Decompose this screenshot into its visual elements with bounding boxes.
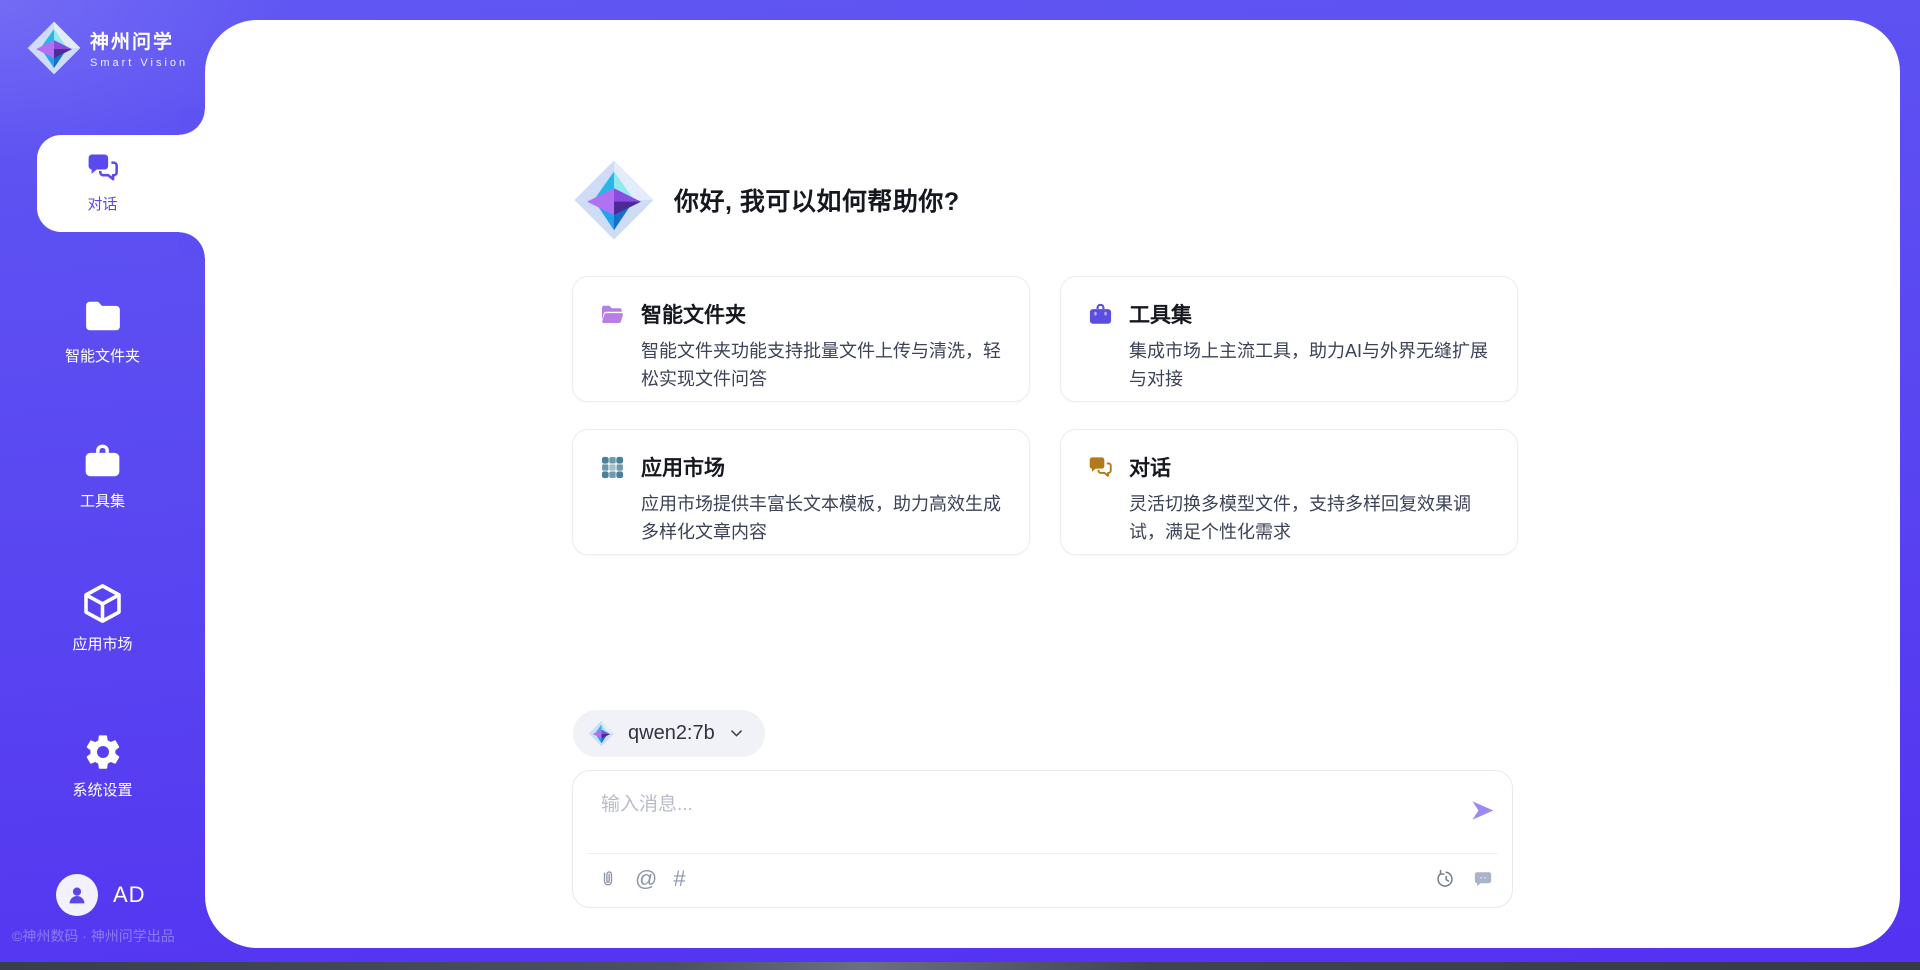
history-icon xyxy=(1435,868,1457,890)
folder-open-icon xyxy=(599,301,626,328)
model-selector[interactable]: qwen2:7b xyxy=(573,710,765,757)
cube-icon xyxy=(80,581,125,626)
composer: @ # xyxy=(572,770,1513,908)
sidebar-item-smart-folder[interactable]: 智能文件夹 xyxy=(0,294,205,366)
card-title: 对话 xyxy=(1129,452,1171,482)
briefcase-icon xyxy=(1087,301,1114,328)
attach-button[interactable] xyxy=(597,865,619,893)
sidebar-item-app-market[interactable]: 应用市场 xyxy=(0,581,205,654)
card-title: 工具集 xyxy=(1129,299,1192,329)
model-name: qwen2:7b xyxy=(628,722,715,745)
card-description: 应用市场提供丰富长文本模板，助力高效生成多样化文章内容 xyxy=(641,490,1005,546)
send-icon xyxy=(1469,797,1496,824)
card-description: 集成市场上主流工具，助力AI与外界无缝扩展与对接 xyxy=(1129,337,1493,393)
message-bubble-icon xyxy=(1472,868,1494,890)
chevron-down-icon xyxy=(728,725,745,742)
grid-icon xyxy=(599,454,626,481)
sidebar-item-label: 应用市场 xyxy=(72,633,132,654)
sidebar-item-label: 对话 xyxy=(87,193,117,214)
folder-icon xyxy=(81,294,125,338)
hashtag-button[interactable]: # xyxy=(673,865,685,893)
composer-tools-right xyxy=(1435,865,1494,893)
card-toolkit[interactable]: 工具集 集成市场上主流工具，助力AI与外界无缝扩展与对接 xyxy=(1060,276,1518,402)
avatar xyxy=(56,874,98,916)
chat-icon xyxy=(85,150,121,186)
send-button[interactable] xyxy=(1469,797,1496,827)
user-initials: AD xyxy=(113,882,146,908)
tab-fillet-top xyxy=(179,109,205,135)
brand-subtitle: Smart Vision xyxy=(90,57,188,69)
assistant-logo-icon xyxy=(572,158,656,242)
card-app-market[interactable]: 应用市场 应用市场提供丰富长文本模板，助力高效生成多样化文章内容 xyxy=(572,429,1030,555)
hash-icon: # xyxy=(673,868,685,890)
copyright: ©神州数码 · 神州问学出品 xyxy=(12,926,175,946)
mention-button[interactable]: @ xyxy=(635,865,657,893)
briefcase-icon xyxy=(81,440,124,483)
feature-cards: 智能文件夹 智能文件夹功能支持批量文件上传与清洗，轻松实现文件问答 工具集 集成… xyxy=(572,276,1518,555)
person-icon xyxy=(65,883,89,907)
sidebar-item-label: 工具集 xyxy=(80,490,125,511)
bottom-strip xyxy=(0,962,1920,970)
gear-icon xyxy=(83,732,123,772)
brand: 神州问学 Smart Vision xyxy=(26,20,188,76)
composer-divider xyxy=(587,853,1498,854)
sidebar-item-settings[interactable]: 系统设置 xyxy=(0,732,205,800)
feedback-button[interactable] xyxy=(1472,865,1494,893)
card-title: 智能文件夹 xyxy=(641,299,746,329)
model-logo-icon xyxy=(588,720,615,747)
at-icon: @ xyxy=(635,868,657,890)
paperclip-icon xyxy=(597,868,619,890)
sidebar-item-label: 系统设置 xyxy=(72,779,132,800)
sidebar-item-label: 智能文件夹 xyxy=(65,345,140,366)
greeting-title: 你好, 我可以如何帮助你? xyxy=(674,182,960,218)
card-title: 应用市场 xyxy=(641,452,725,482)
card-description: 灵活切换多模型文件，支持多样回复效果调试，满足个性化需求 xyxy=(1129,490,1493,546)
card-smart-folder[interactable]: 智能文件夹 智能文件夹功能支持批量文件上传与清洗，轻松实现文件问答 xyxy=(572,276,1030,402)
card-chat[interactable]: 对话 灵活切换多模型文件，支持多样回复效果调试，满足个性化需求 xyxy=(1060,429,1518,555)
brand-logo-icon xyxy=(26,20,82,76)
card-description: 智能文件夹功能支持批量文件上传与清洗，轻松实现文件问答 xyxy=(641,337,1005,393)
brand-name: 神州问学 xyxy=(90,27,188,54)
message-input[interactable] xyxy=(599,787,1453,847)
composer-tools-left: @ # xyxy=(597,865,686,893)
main-panel: 你好, 我可以如何帮助你? 智能文件夹 智能文件夹功能支持批量文件上传与清洗，轻… xyxy=(205,20,1900,948)
sidebar-item-chat[interactable]: 对话 xyxy=(0,150,205,214)
greeting-block: 你好, 我可以如何帮助你? xyxy=(572,158,960,242)
user-profile[interactable]: AD xyxy=(56,874,146,916)
history-button[interactable] xyxy=(1435,865,1457,893)
tab-fillet-bottom xyxy=(179,232,205,258)
chat-icon xyxy=(1087,454,1114,481)
sidebar-item-toolkit[interactable]: 工具集 xyxy=(0,440,205,511)
